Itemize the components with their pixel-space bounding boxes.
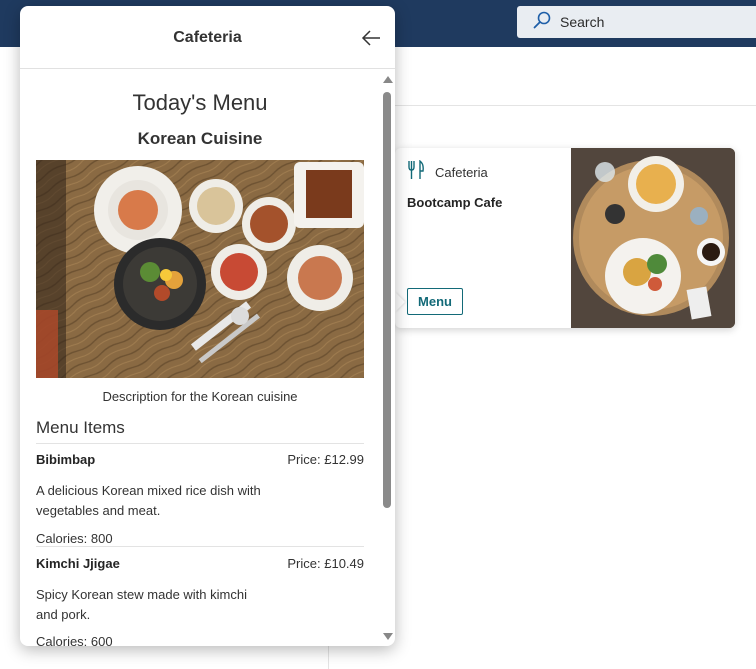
menu-button[interactable]: Menu (407, 288, 463, 315)
menu-item-calories: Calories: 800 (36, 531, 113, 546)
menu-panel: Cafeteria Today's Menu Korean Cuisine De… (20, 6, 395, 646)
card-header: Cafeteria (407, 159, 488, 185)
menu-item-price: Price: £10.49 (287, 556, 364, 571)
cutlery-icon (407, 159, 425, 185)
menu-item-description: A delicious Korean mixed rice dish with … (36, 483, 261, 518)
search-box[interactable]: Search (517, 6, 756, 38)
panel-scrollbar[interactable] (381, 76, 395, 646)
cafe-photo (571, 148, 735, 328)
content-divider (395, 105, 756, 106)
menu-item-description: Spicy Korean stew made with kimchi and p… (36, 587, 247, 622)
menu-heading: Today's Menu (132, 90, 268, 115)
back-arrow-icon[interactable] (359, 26, 383, 50)
search-placeholder: Search (560, 14, 605, 30)
menu-item-name: Bibimbap (36, 452, 96, 467)
scroll-thumb[interactable] (383, 92, 391, 508)
search-icon (533, 11, 551, 34)
card-callout-pointer (395, 292, 405, 312)
menu-item-calories: Calories: 600 (36, 634, 113, 646)
cuisine-photo (36, 160, 364, 378)
card-kind: Cafeteria (435, 165, 488, 180)
panel-header: Cafeteria (20, 6, 395, 69)
menu-item-name: Kimchi Jjigae (36, 556, 120, 571)
menu-items-heading: Menu Items (36, 418, 125, 437)
card-title: Bootcamp Cafe (407, 195, 503, 210)
scroll-down-arrow-icon[interactable] (383, 633, 393, 640)
scroll-up-arrow-icon[interactable] (383, 76, 393, 83)
item-divider (36, 546, 364, 547)
cuisine-heading: Korean Cuisine (137, 129, 263, 148)
cuisine-description: Description for the Korean cuisine (102, 389, 298, 404)
menu-item-price: Price: £12.99 (287, 452, 364, 467)
panel-scroll-area[interactable]: Today's Menu Korean Cuisine Description … (20, 70, 395, 646)
cafeteria-card[interactable]: Cafeteria Bootcamp Cafe Menu (395, 148, 735, 328)
item-divider (36, 443, 364, 444)
panel-title: Cafeteria (173, 29, 242, 46)
